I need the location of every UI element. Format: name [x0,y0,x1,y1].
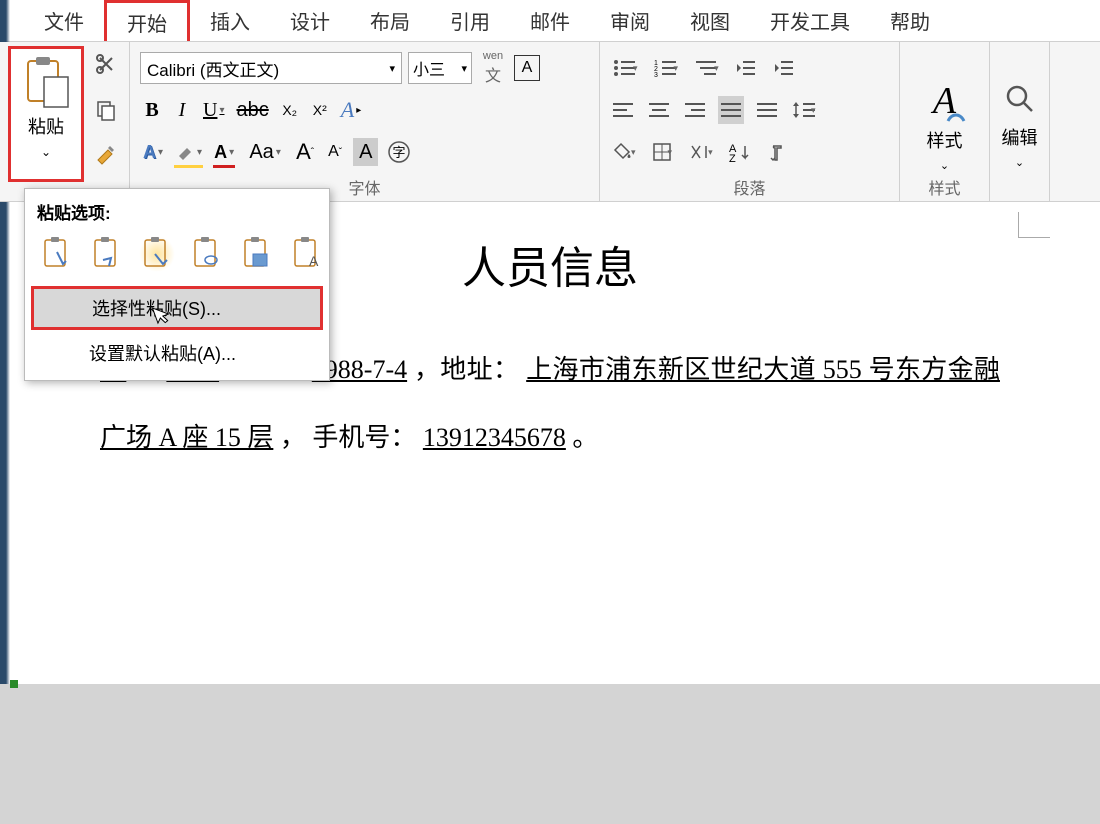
phonetic-guide-icon[interactable]: wen 文 [478,50,508,86]
char-border-icon[interactable]: A [514,55,540,81]
edit-label: 编辑 [1002,124,1038,150]
asian-layout-button[interactable]: ▾ [685,138,716,166]
copy-icon[interactable] [92,96,120,124]
edit-group: 编辑 ⌄ [990,42,1050,201]
dropdown-arrow-icon: ▾ [389,62,395,75]
paste-button[interactable]: 粘贴 ⌄ [8,46,84,182]
paste-option-image-icon[interactable] [239,236,275,272]
ribbon-tabs: 文件 开始 插入 设计 布局 引用 邮件 审阅 视图 开发工具 帮助 [0,0,1100,42]
format-painter-icon[interactable] [92,142,120,170]
bold-button[interactable]: B [140,96,164,124]
svg-text:A: A [309,253,319,269]
set-default-paste-menu-item[interactable]: 设置默认粘贴(A)... [25,332,329,374]
change-case-button[interactable]: Aa▾ [243,138,287,166]
increase-indent-button[interactable] [770,54,798,82]
tab-view[interactable]: 视图 [670,0,750,41]
tab-review[interactable]: 审阅 [590,0,670,41]
font-group: Calibri (西文正文) ▾ 小三 ▾ wen 文 A B I U▾ abc… [130,42,600,201]
clipboard-group: 粘贴 ⌄ [0,42,130,201]
paste-option-picture-icon[interactable] [139,236,175,272]
paste-options-title: 粘贴选项: [25,195,329,232]
svg-text:3: 3 [654,72,658,78]
distributed-button[interactable] [754,96,780,124]
find-icon[interactable] [1004,83,1036,120]
paste-option-merge-icon[interactable] [89,236,125,272]
enclose-char-button[interactable]: 字 [384,138,414,166]
paste-dropdown-arrow[interactable]: ⌄ [41,145,51,159]
underline-button[interactable]: U▾ [200,96,227,124]
tab-developer[interactable]: 开发工具 [750,0,870,41]
tab-design[interactable]: 设计 [270,0,350,41]
paste-label: 粘贴 [28,113,64,139]
styles-group: A 样式 ⌄ 样式 [900,42,990,201]
dropdown-arrow-icon: ▾ [461,62,467,75]
align-center-button[interactable] [646,96,672,124]
decrease-indent-button[interactable] [732,54,760,82]
styles-dropdown-arrow[interactable]: ⌄ [940,159,949,172]
styles-icon[interactable]: A [933,79,956,123]
ruler-marker [1018,212,1050,238]
shrink-font-button[interactable]: Aˇ [323,138,347,166]
tab-home[interactable]: 开始 [104,0,190,41]
paste-option-text-only-icon[interactable]: A [289,236,325,272]
font-size-value: 小三 [413,56,445,80]
strikethrough-button[interactable]: abc [233,96,271,124]
subscript-button[interactable]: X₂ [278,96,302,124]
font-name-select[interactable]: Calibri (西文正文) ▾ [140,52,402,84]
paste-special-menu-item[interactable]: 选择性粘贴(S)... [31,286,323,330]
tab-help[interactable]: 帮助 [870,0,950,41]
char-shading-button[interactable]: A [353,138,378,166]
tab-insert[interactable]: 插入 [190,0,270,41]
ribbon: 粘贴 ⌄ Calibri (西文正文) ▾ 小三 ▾ [0,42,1100,202]
grow-font-button[interactable]: Aˆ [293,138,317,166]
paste-option-keep-source-icon[interactable] [39,236,75,272]
italic-button[interactable]: I [170,96,194,124]
svg-text:字: 字 [393,145,406,160]
paragraph-group-label: 段落 [600,175,899,199]
bullets-button[interactable]: ▾ [610,54,641,82]
clipboard-icon [18,55,74,111]
tab-layout[interactable]: 布局 [350,0,430,41]
align-right-button[interactable] [682,96,708,124]
svg-text:Z: Z [729,153,736,162]
highlight-button[interactable]: ▾ [172,138,205,166]
paste-dropdown-menu: 粘贴选项: A 选择性粘贴(S)... 设置默认粘贴(A)... [24,188,330,381]
paragraph-group: ▾ 123▾ ▾ ▾ ▾ ▾ ▾ AZ 段落 [600,42,900,201]
styles-label: 样式 [927,127,963,153]
borders-button[interactable]: ▾ [649,138,676,166]
text-effects-button[interactable]: A▸ [338,96,364,124]
page-gap [0,684,1100,824]
line-spacing-button[interactable]: ▾ [790,96,819,124]
edit-dropdown-arrow[interactable]: ⌄ [1015,156,1024,169]
tab-mail[interactable]: 邮件 [510,0,590,41]
justify-button[interactable] [718,96,744,124]
multilevel-list-button[interactable]: ▾ [691,54,722,82]
sort-button[interactable]: AZ [726,138,754,166]
font-color-button[interactable]: A ▾ [211,138,237,166]
cut-icon[interactable] [92,50,120,78]
font-name-value: Calibri (西文正文) [147,56,279,81]
tab-references[interactable]: 引用 [430,0,510,41]
shading-button[interactable]: ▾ [610,138,639,166]
font-size-select[interactable]: 小三 ▾ [408,52,472,84]
superscript-button[interactable]: X² [308,96,332,124]
styles-group-label: 样式 [900,175,989,199]
tab-file[interactable]: 文件 [24,0,104,41]
paste-option-link-icon[interactable] [189,236,225,272]
numbering-button[interactable]: 123▾ [651,54,682,82]
text-effects-dropdown[interactable]: A▾ [140,138,166,166]
align-left-button[interactable] [610,96,636,124]
show-marks-button[interactable] [764,138,790,166]
